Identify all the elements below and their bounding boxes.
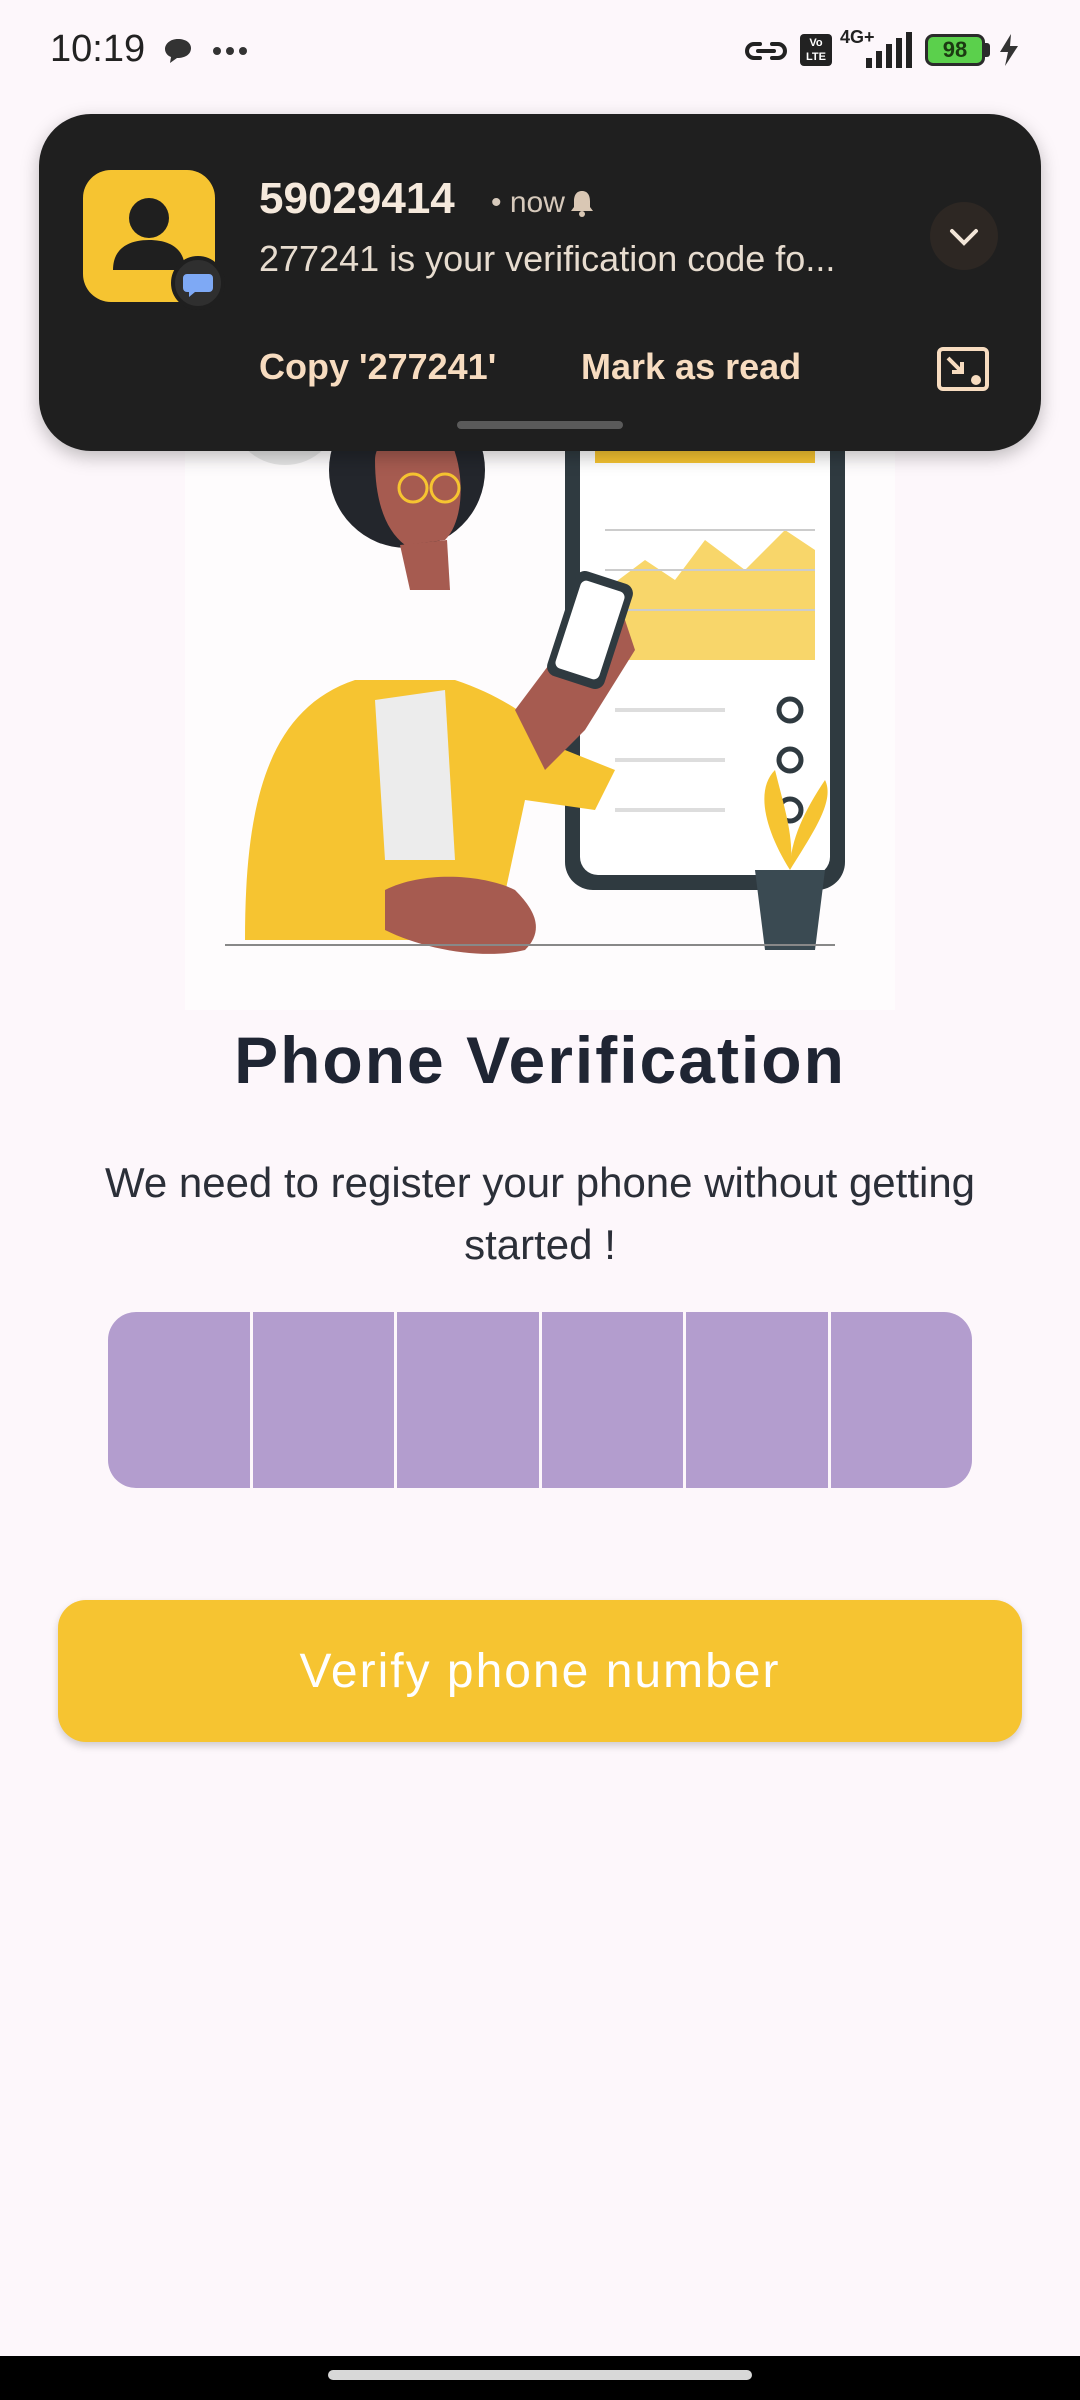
expand-notification-button[interactable]	[930, 202, 998, 270]
otp-digit-2[interactable]	[252, 1312, 397, 1488]
mark-as-read-button[interactable]: Mark as read	[581, 346, 801, 388]
otp-digit-6[interactable]	[830, 1312, 972, 1488]
chat-bubble-icon	[165, 39, 191, 63]
otp-digit-1[interactable]	[108, 1312, 253, 1488]
notification-time: • now	[491, 186, 565, 219]
charging-icon	[1000, 34, 1018, 66]
more-dots-icon	[213, 47, 247, 55]
page-title: Phone Verification	[234, 1023, 846, 1097]
volte-icon: Vo LTE	[800, 34, 832, 66]
otp-input-row	[108, 1312, 972, 1488]
picture-in-picture-icon[interactable]	[936, 346, 990, 392]
notification-drag-handle[interactable]	[457, 421, 623, 429]
battery-icon: 98	[925, 34, 985, 66]
otp-digit-3[interactable]	[397, 1312, 542, 1488]
otp-digit-4[interactable]	[541, 1312, 686, 1488]
home-gesture-handle[interactable]	[328, 2370, 752, 2380]
bell-alert-icon	[571, 191, 593, 217]
chevron-down-icon	[950, 229, 978, 246]
status-bar: 10:19 Vo LTE 4G+ 98	[0, 0, 1080, 100]
sms-notification[interactable]: 59029414 • now 277241 is your verificati…	[39, 114, 1041, 451]
notification-sender: 59029414	[259, 174, 455, 223]
verify-phone-button[interactable]: Verify phone number	[58, 1600, 1022, 1742]
battery-tip	[985, 43, 990, 57]
page-subtitle: We need to register your phone without g…	[104, 1159, 976, 1268]
status-time: 10:19	[50, 28, 146, 70]
link-icon	[745, 42, 787, 60]
signal-icon	[866, 32, 912, 68]
otp-digit-5[interactable]	[686, 1312, 831, 1488]
notification-body: 277241 is your verification code fo...	[259, 238, 836, 279]
copy-code-button[interactable]: Copy '277241'	[259, 346, 496, 388]
messages-app-icon	[171, 256, 225, 310]
